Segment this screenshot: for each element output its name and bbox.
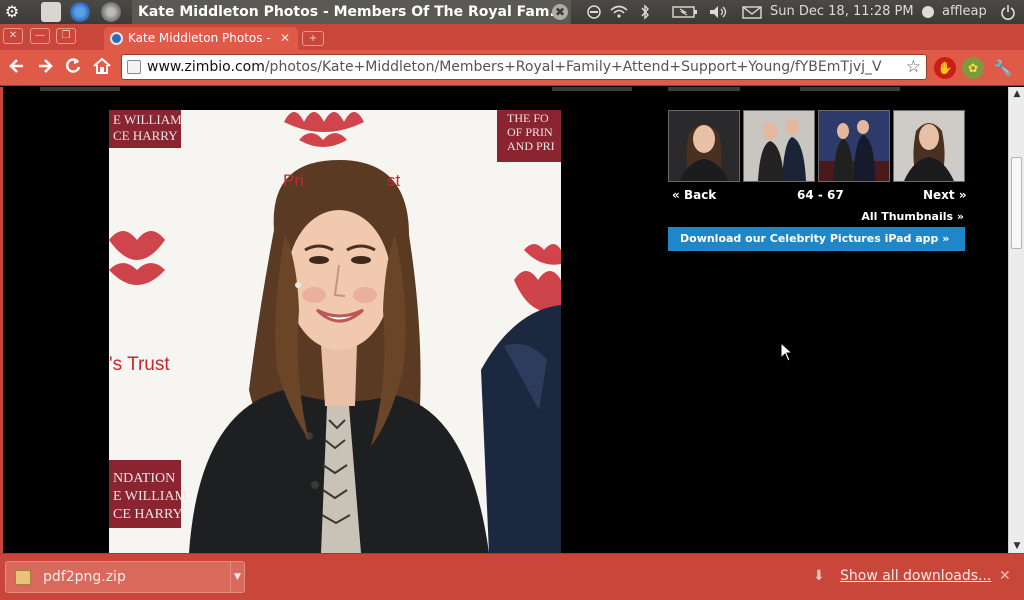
main-photo[interactable]: E WILLIAM CE HARRY THE FO OF PRIN AND PR… (109, 110, 561, 553)
back-arrow-icon[interactable] (5, 56, 29, 80)
close-window-icon[interactable]: ✕ (3, 28, 23, 44)
volume-icon[interactable] (709, 0, 729, 24)
wrench-menu-icon[interactable]: 🔧 (992, 57, 1014, 79)
nav-tab-fragment[interactable] (668, 87, 740, 91)
show-all-downloads-link[interactable]: Show all downloads... (840, 568, 991, 584)
close-shelf-icon[interactable]: ✕ (999, 568, 1011, 584)
banner-text: CE HARRY (113, 507, 183, 522)
scroll-down-icon[interactable]: ▼ (1012, 541, 1022, 551)
wifi-icon[interactable] (610, 0, 628, 24)
bookmark-star-icon[interactable]: ☆ (906, 57, 921, 77)
back-label: Back (683, 188, 717, 202)
banner-text: st (387, 171, 401, 190)
power-icon[interactable] (1000, 0, 1016, 24)
tab-strip: ✕ — ❐ Kate Middleton Photos - ✕ + (0, 24, 1024, 50)
thumbnail-1[interactable] (668, 110, 740, 182)
battery-icon[interactable] (672, 0, 698, 24)
nav-tab-fragment[interactable] (40, 87, 120, 91)
browser-toolbar: www.zimbio.com/photos/Kate+Middleton/Mem… (0, 50, 1024, 86)
banner-text: E WILLIAM (113, 489, 188, 504)
reload-icon[interactable] (61, 56, 85, 80)
back-link[interactable]: « Back (672, 188, 716, 202)
tab-active[interactable]: Kate Middleton Photos - ✕ (104, 27, 298, 50)
extension-icon[interactable]: ✿ (962, 57, 984, 79)
double-chevron-right-icon: » (958, 188, 967, 202)
nav-tab-fragment[interactable] (800, 87, 900, 91)
banner-text: THE FO (507, 111, 549, 125)
banner-text: E WILLIAM (113, 112, 182, 127)
bluetooth-icon[interactable] (640, 0, 650, 24)
download-arrow-icon: ⬇ (813, 568, 825, 584)
range-label: 64 - 67 (797, 188, 844, 202)
forward-arrow-icon[interactable] (33, 56, 57, 80)
tab-title: Kate Middleton Photos - (128, 31, 271, 45)
mouse-cursor-icon (780, 342, 794, 362)
download-file-name: pdf2png.zip (43, 569, 126, 585)
thumbnail-2[interactable] (743, 110, 815, 182)
double-chevron-left-icon: « (672, 188, 680, 202)
web-page: E WILLIAM CE HARRY THE FO OF PRIN AND PR… (0, 87, 1008, 553)
banner-text: OF PRIN (507, 125, 553, 139)
adblock-extension-icon[interactable]: ✋ (934, 57, 956, 79)
new-tab-button[interactable]: + (302, 31, 324, 46)
zip-file-icon (15, 570, 31, 585)
address-bar[interactable]: www.zimbio.com/photos/Kate+Middleton/Mem… (121, 54, 927, 80)
banner-text: CE HARRY (113, 128, 178, 143)
all-thumbnails-link[interactable]: All Thumbnails » (861, 210, 964, 223)
banner-text: 's Trust (109, 354, 170, 375)
scroll-up-icon[interactable]: ▲ (1012, 89, 1022, 99)
window-close-button[interactable]: ✖ (552, 4, 568, 20)
window-title: Kate Middleton Photos - Members Of The R… (132, 0, 572, 24)
clock[interactable]: Sun Dec 18, 11:28 PM (770, 0, 914, 24)
download-item[interactable]: pdf2png.zip ▼ (5, 561, 245, 593)
url-path: /photos/Kate+Middleton/Members+Royal+Fam… (264, 59, 882, 75)
kate-middleton-photo: E WILLIAM CE HARRY THE FO OF PRIN AND PR… (109, 110, 561, 553)
maximize-window-icon[interactable]: ❐ (56, 28, 76, 44)
ipad-app-button[interactable]: Download our Celebrity Pictures iPad app… (668, 227, 965, 251)
mail-icon[interactable] (742, 0, 762, 24)
indicator-icon[interactable] (587, 0, 601, 24)
banner-text: NDATION (113, 471, 175, 486)
tab-close-icon[interactable]: ✕ (280, 27, 290, 50)
url-host: www.zimbio.com (147, 59, 265, 75)
banner-text: Pri (283, 171, 304, 190)
scrollbar-thumb[interactable] (1011, 157, 1022, 249)
minimize-window-icon[interactable]: — (30, 28, 50, 44)
thumbnail-4[interactable] (893, 110, 965, 182)
next-label: Next (923, 188, 955, 202)
ubuntu-logo-icon[interactable]: ⚙ (3, 3, 21, 21)
text-editor-launcher-icon[interactable] (41, 2, 61, 22)
thumbnail-3[interactable] (818, 110, 890, 182)
user-name[interactable]: affleap (942, 0, 987, 24)
page-icon (127, 60, 141, 74)
chromium-launcher-icon[interactable] (70, 2, 90, 22)
vertical-scrollbar[interactable]: ▲ ▼ (1008, 87, 1024, 553)
system-launcher-icon[interactable] (101, 2, 121, 22)
download-shelf: pdf2png.zip ▼ ⬇ Show all downloads... ✕ (0, 553, 1024, 600)
user-icon[interactable] (920, 0, 936, 24)
window-border (0, 87, 3, 553)
zimbio-favicon-icon (110, 32, 123, 45)
top-panel: ⚙ Kate Middleton Photos - Members Of The… (0, 0, 1024, 24)
home-icon[interactable] (90, 56, 114, 80)
chevron-down-icon[interactable]: ▼ (230, 562, 244, 592)
nav-tab-fragment[interactable] (552, 87, 632, 91)
next-link[interactable]: Next » (923, 188, 967, 202)
banner-text: AND PRI (507, 139, 555, 153)
